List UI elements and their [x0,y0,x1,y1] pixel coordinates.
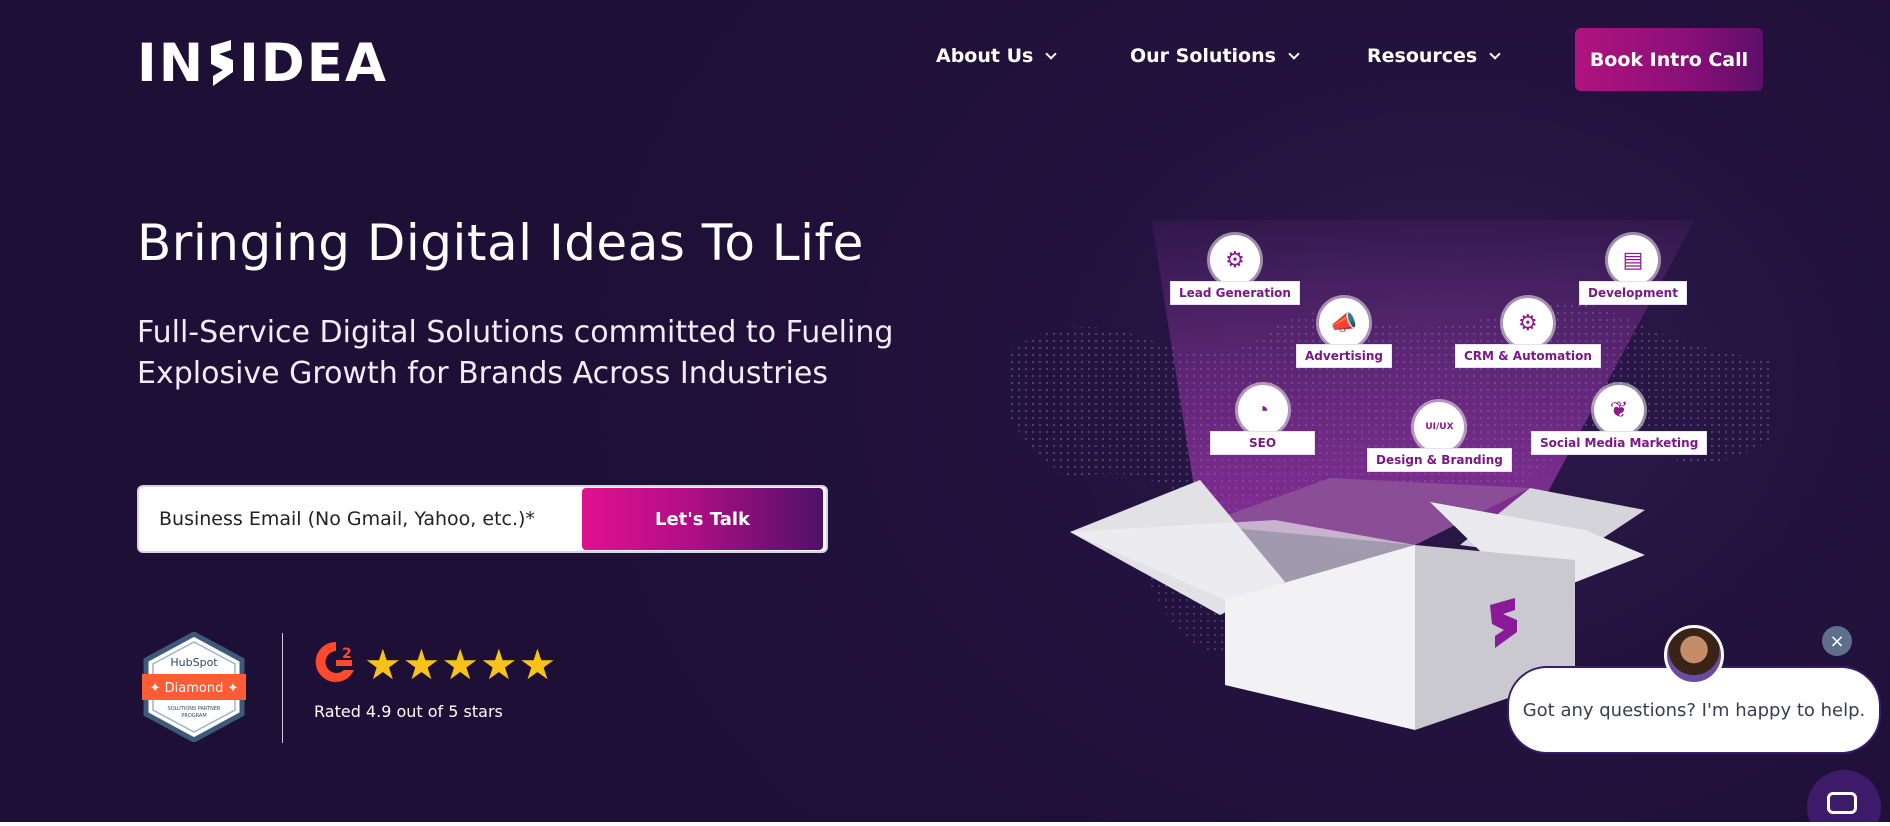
service-lead-generation: ⚙ Lead Generation [1170,235,1300,305]
seo-chart-icon: ◔ [1237,385,1288,435]
logo-slash-icon [207,38,237,88]
badge-divider [282,633,283,743]
browser-code-icon: ▤ [1607,235,1658,285]
star-icon: ★ [479,639,518,689]
chevron-down-icon [1045,47,1057,60]
monitor-gear-icon: ⚙ [1209,235,1260,285]
star-icon: ★ [518,639,557,689]
hubspot-diamond-badge: ✦ Diamond ✦ HubSpot SOLUTIONS PARTNER PR… [140,631,248,743]
g2-rating: 2 ★ ★ ★ ★ ★ [314,640,557,689]
nav-resources[interactable]: Resources [1367,45,1501,67]
nav-our-solutions[interactable]: Our Solutions [1130,45,1300,67]
hero-title: Bringing Digital Ideas To Life [137,214,864,272]
nav-about-us-label: About Us [936,45,1034,67]
megaphone-icon: 📣 [1319,298,1369,348]
service-seo: ◔ SEO [1210,385,1316,455]
chat-bubble-icon [1827,792,1857,814]
chat-close-icon[interactable]: × [1822,626,1852,656]
service-label: Design & Branding [1367,448,1512,472]
gears-icon: ⚙ [1502,298,1553,348]
star-icon: ★ [364,639,402,689]
email-signup-form: Let's Talk [137,485,828,553]
g2-logo-icon: 2 [314,640,358,689]
hero-subtitle: Full-Service Digital Solutions committed… [137,315,894,391]
nav-resources-label: Resources [1367,45,1478,67]
star-rating: ★ ★ ★ ★ ★ [364,639,557,689]
svg-text:2: 2 [342,646,352,662]
service-crm-automation: ⚙ CRM & Automation [1455,298,1601,368]
star-icon: ★ [402,639,441,689]
lets-talk-button[interactable]: Let's Talk [582,488,823,550]
service-label: SEO [1210,431,1316,455]
site-logo[interactable]: IN IDEA [137,32,389,94]
svg-text:✦ Diamond ✦: ✦ Diamond ✦ [150,681,239,696]
ui-ux-icon: UI/UX [1414,402,1465,452]
chat-launcher-button[interactable] [1807,770,1881,826]
ui-ux-tag: UI/UX [1425,421,1454,432]
logo-text-left: IN [137,32,206,94]
nav-our-solutions-label: Our Solutions [1130,45,1276,67]
bottom-divider [0,822,1890,826]
chevron-down-icon [1288,47,1300,60]
service-label: Advertising [1296,344,1392,368]
service-social-media-marketing: ❦ Social Media Marketing [1531,385,1708,455]
logo-text-right: IDEA [239,32,389,94]
hubspot-brand-text: HubSpot [170,656,218,669]
social-hand-icon: ❦ [1594,385,1645,435]
book-intro-call-button[interactable]: Book Intro Call [1575,28,1763,91]
service-design-branding: UI/UX Design & Branding [1367,402,1512,472]
chat-agent-avatar [1664,625,1724,685]
service-label: CRM & Automation [1455,344,1601,368]
service-development: ▤ Development [1579,235,1687,305]
service-advertising: 📣 Advertising [1296,298,1392,368]
service-label: Lead Generation [1170,281,1300,305]
chevron-down-icon [1489,47,1501,60]
service-label: Social Media Marketing [1531,431,1708,455]
rating-text: Rated 4.9 out of 5 stars [314,702,503,721]
star-icon: ★ [441,639,479,689]
business-email-input[interactable] [142,490,582,548]
hubspot-program-text: SOLUTIONS PARTNER PROGRAM [167,706,221,719]
nav-about-us[interactable]: About Us [936,45,1057,67]
